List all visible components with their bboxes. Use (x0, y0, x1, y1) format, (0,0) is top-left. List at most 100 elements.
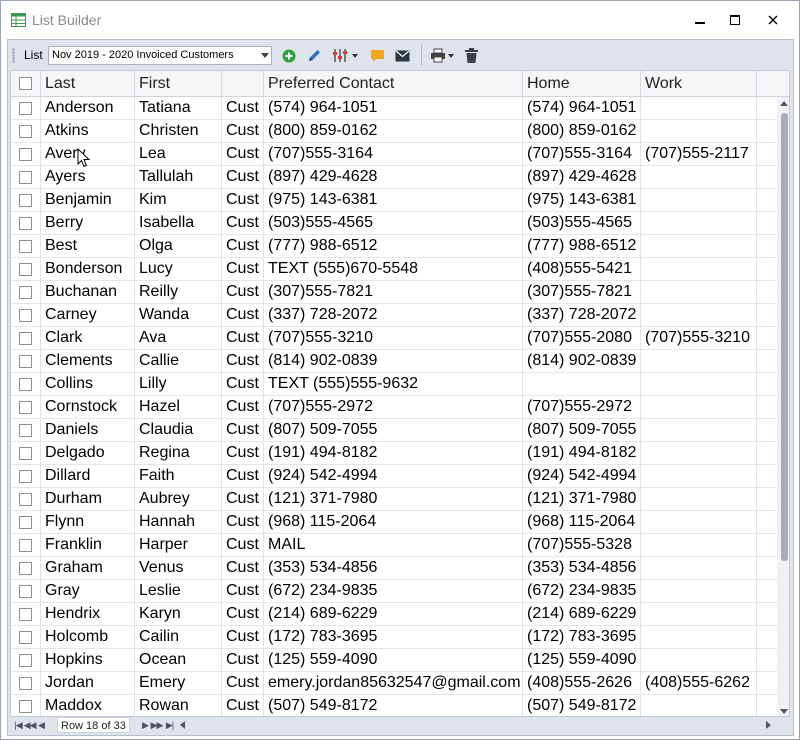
column-header-home[interactable]: Home (523, 71, 641, 97)
row-checkbox[interactable] (19, 700, 32, 713)
cell-home[interactable]: (307)555-7821 (523, 281, 641, 304)
cell-preferred-contact[interactable]: (307)555-7821 (264, 281, 523, 304)
table-row[interactable]: Jordan Emery Cust emery.jordan85632547@gmai… (11, 672, 777, 695)
cell-work[interactable] (641, 626, 757, 649)
cell-preferred-contact[interactable]: (814) 902-0839 (264, 350, 523, 373)
cell-work[interactable] (641, 281, 757, 304)
cell-preferred-contact[interactable]: (807) 509-7055 (264, 419, 523, 442)
list-select[interactable]: Nov 2019 - 2020 Invoiced Customers (48, 46, 272, 65)
cell-first[interactable]: Cailin (135, 626, 222, 649)
toolbar-grip-handle[interactable] (12, 48, 15, 63)
close-button[interactable] (754, 5, 792, 35)
row-checkbox[interactable] (19, 539, 32, 552)
cell-preferred-contact[interactable]: TEXT (555)670-5548 (264, 258, 523, 281)
cell-home[interactable]: (574) 964-1051 (523, 97, 641, 120)
cell-type[interactable]: Cust (222, 189, 264, 212)
table-row[interactable]: Bonderson Lucy Cust TEXT (555)670-5548 (408)… (11, 258, 777, 281)
cell-home[interactable]: (353) 534-4856 (523, 557, 641, 580)
scroll-down-icon[interactable] (780, 709, 788, 714)
cell-type[interactable]: Cust (222, 557, 264, 580)
cell-last[interactable]: Holcomb (41, 626, 135, 649)
cell-type[interactable]: Cust (222, 442, 264, 465)
delete-button[interactable] (462, 46, 480, 65)
column-header-preferred-contact[interactable]: Preferred Contact (264, 71, 523, 97)
cell-type[interactable]: Cust (222, 350, 264, 373)
row-checkbox[interactable] (19, 378, 32, 391)
cell-preferred-contact[interactable]: (503)555-4565 (264, 212, 523, 235)
cell-type[interactable]: Cust (222, 649, 264, 672)
table-row[interactable]: Franklin Harper Cust MAIL (707)555-5328 (11, 534, 777, 557)
cell-work[interactable] (641, 419, 757, 442)
cell-last[interactable]: Daniels (41, 419, 135, 442)
maximize-button[interactable] (716, 5, 754, 35)
cell-preferred-contact[interactable]: (353) 534-4856 (264, 557, 523, 580)
table-row[interactable]: Atkins Christen Cust (800) 859-0162 (800) 85… (11, 120, 777, 143)
table-row[interactable]: Clements Callie Cust (814) 902-0839 (814) 90… (11, 350, 777, 373)
cell-last[interactable]: Benjamin (41, 189, 135, 212)
cell-first[interactable]: Claudia (135, 419, 222, 442)
cell-type[interactable]: Cust (222, 235, 264, 258)
table-row[interactable]: Best Olga Cust (777) 988-6512 (777) 988-6512 (11, 235, 777, 258)
cell-work[interactable] (641, 235, 757, 258)
cell-last[interactable]: Jordan (41, 672, 135, 695)
chevron-down-icon[interactable] (261, 53, 269, 58)
cell-type[interactable]: Cust (222, 304, 264, 327)
first-record-icon[interactable]: |◀ (13, 719, 23, 731)
row-checkbox[interactable] (19, 424, 32, 437)
cell-first[interactable]: Wanda (135, 304, 222, 327)
previous-record-icon[interactable]: ◀ (36, 719, 46, 731)
row-checkbox[interactable] (19, 677, 32, 690)
cell-first[interactable]: Aubrey (135, 488, 222, 511)
cell-preferred-contact[interactable]: (968) 115-2064 (264, 511, 523, 534)
cell-home[interactable]: (507) 549-8172 (523, 695, 641, 716)
cell-first[interactable]: Lucy (135, 258, 222, 281)
table-row[interactable]: Berry Isabella Cust (503)555-4565 (503)555-4… (11, 212, 777, 235)
row-checkbox[interactable] (19, 654, 32, 667)
row-checkbox[interactable] (19, 332, 32, 345)
cell-type[interactable]: Cust (222, 143, 264, 166)
column-header-first[interactable]: First (135, 71, 222, 97)
scrollbar-thumb[interactable] (781, 113, 788, 561)
cell-type[interactable]: Cust (222, 258, 264, 281)
cell-last[interactable]: Berry (41, 212, 135, 235)
cell-home[interactable] (523, 373, 641, 396)
cell-preferred-contact[interactable]: TEXT (555)555-9632 (264, 373, 523, 396)
cell-work[interactable]: (408)555-6262 (641, 672, 757, 695)
cell-work[interactable]: (707)555-2117 (641, 143, 757, 166)
cell-last[interactable]: Clark (41, 327, 135, 350)
cell-preferred-contact[interactable]: (707)555-3164 (264, 143, 523, 166)
cell-preferred-contact[interactable]: MAIL (264, 534, 523, 557)
table-row[interactable]: Benjamin Kim Cust (975) 143-6381 (975) 143-6… (11, 189, 777, 212)
cell-first[interactable]: Olga (135, 235, 222, 258)
cell-first[interactable]: Tallulah (135, 166, 222, 189)
cell-preferred-contact[interactable]: (125) 559-4090 (264, 649, 523, 672)
cell-last[interactable]: Hendrix (41, 603, 135, 626)
cell-work[interactable] (641, 488, 757, 511)
cell-home[interactable]: (191) 494-8182 (523, 442, 641, 465)
table-row[interactable]: Carney Wanda Cust (337) 728-2072 (337) 728-2… (11, 304, 777, 327)
cell-preferred-contact[interactable]: emery.jordan85632547@gmail.com (264, 672, 523, 695)
cell-preferred-contact[interactable]: (707)555-3210 (264, 327, 523, 350)
cell-work[interactable] (641, 396, 757, 419)
table-row[interactable]: Avery Lea Cust (707)555-3164 (707)555-3164 (7… (11, 143, 777, 166)
cell-home[interactable]: (408)555-2626 (523, 672, 641, 695)
cell-last[interactable]: Gray (41, 580, 135, 603)
cell-preferred-contact[interactable]: (574) 964-1051 (264, 97, 523, 120)
row-checkbox[interactable] (19, 562, 32, 575)
cell-type[interactable]: Cust (222, 626, 264, 649)
cell-type[interactable]: Cust (222, 166, 264, 189)
print-button[interactable] (428, 46, 456, 65)
row-checkbox[interactable] (19, 470, 32, 483)
row-checkbox[interactable] (19, 102, 32, 115)
cell-home[interactable]: (707)555-2080 (523, 327, 641, 350)
row-checkbox[interactable] (19, 585, 32, 598)
row-checkbox[interactable] (19, 286, 32, 299)
cell-preferred-contact[interactable]: (975) 143-6381 (264, 189, 523, 212)
cell-home[interactable]: (125) 559-4090 (523, 649, 641, 672)
cell-work[interactable] (641, 189, 757, 212)
cell-first[interactable]: Callie (135, 350, 222, 373)
cell-home[interactable]: (975) 143-6381 (523, 189, 641, 212)
cell-home[interactable]: (672) 234-9835 (523, 580, 641, 603)
table-row[interactable]: Clark Ava Cust (707)555-3210 (707)555-2080 (7… (11, 327, 777, 350)
row-checkbox[interactable] (19, 401, 32, 414)
